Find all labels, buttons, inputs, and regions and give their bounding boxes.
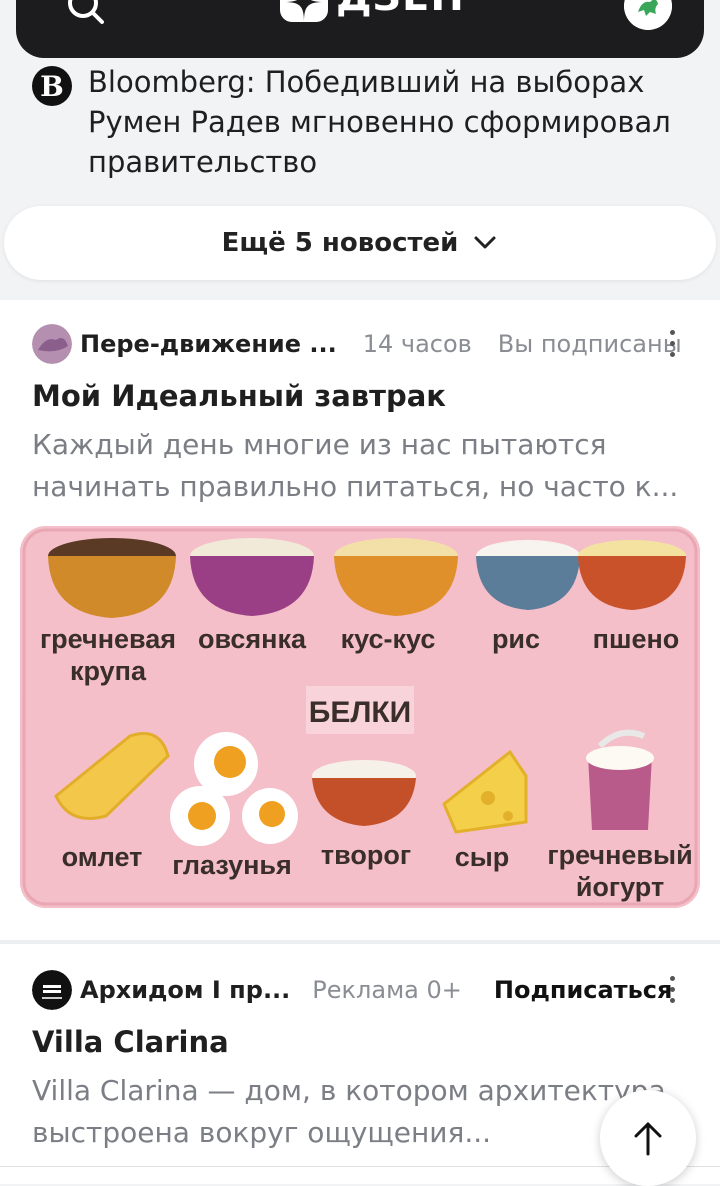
ad-label: Реклама 0+ <box>312 976 462 1004</box>
logo-mark-icon <box>280 0 328 22</box>
subscribe-button[interactable]: Подписаться <box>494 976 673 1004</box>
logo-text: ДЗЕН <box>336 0 465 19</box>
more-news-label: Ещё 5 новостей <box>221 228 459 258</box>
post-description[interactable]: Каждый день многие из нас пытаются начин… <box>32 424 692 508</box>
post-description[interactable]: Villa Clarina — дом, в котором архитекту… <box>32 1070 692 1154</box>
more-vertical-icon[interactable] <box>668 976 676 1004</box>
label-millet: пшено <box>593 624 680 654</box>
label-oatmeal: овсянка <box>198 624 307 654</box>
user-avatar-icon[interactable] <box>624 0 672 30</box>
label-rice: рис <box>492 624 540 654</box>
scroll-to-top-button[interactable] <box>600 1090 696 1186</box>
channel-avatar[interactable] <box>32 970 72 1010</box>
label-buckwheat-2: крупа <box>70 656 147 686</box>
bloomberg-logo-icon: B <box>32 66 72 106</box>
label-omelette: омлет <box>62 842 143 872</box>
channel-name[interactable]: Пере-движение ... <box>80 330 337 358</box>
channel-avatar[interactable] <box>32 324 72 364</box>
subscription-status[interactable]: Вы подписаны <box>498 330 682 358</box>
post-image[interactable]: гречневая крупа овсянка кус-кус рис пшен… <box>20 526 700 908</box>
label-cheese: сыр <box>455 842 510 872</box>
post-time: 14 часов <box>362 330 472 358</box>
section-label: БЕЛКИ <box>309 696 412 729</box>
more-vertical-icon[interactable] <box>668 330 676 358</box>
arrow-up-icon <box>634 1122 662 1156</box>
label-cottage-cheese: творог <box>321 840 411 870</box>
channel-name[interactable]: Архидом I пр... <box>80 976 290 1004</box>
post-title[interactable]: Villa Clarina <box>32 1022 229 1062</box>
card-meta: Пере-движение ... 14 часов Вы подписаны <box>32 324 692 364</box>
more-news-button[interactable]: Ещё 5 новостей <box>4 206 716 280</box>
app-logo[interactable]: ДЗЕН <box>280 0 465 22</box>
label-fried-eggs: глазунья <box>172 850 292 880</box>
label-yogurt-2: йогурт <box>576 872 664 902</box>
search-icon[interactable] <box>66 0 106 26</box>
feed-card-breakfast[interactable]: Пере-движение ... 14 часов Вы подписаны … <box>0 300 720 940</box>
top-bar: ДЗЕН <box>16 0 704 58</box>
label-buckwheat-1: гречневая <box>40 624 176 654</box>
label-couscous: кус-кус <box>341 624 436 654</box>
card-meta: Архидом I пр... Реклама 0+ Подписаться <box>32 970 692 1010</box>
post-title[interactable]: Мой Идеальный завтрак <box>32 376 446 416</box>
news-headline[interactable]: Bloomberg: Победивший на выборах Румен Р… <box>88 62 698 182</box>
chevron-down-icon <box>474 236 496 249</box>
label-yogurt-1: гречневый <box>547 840 692 870</box>
